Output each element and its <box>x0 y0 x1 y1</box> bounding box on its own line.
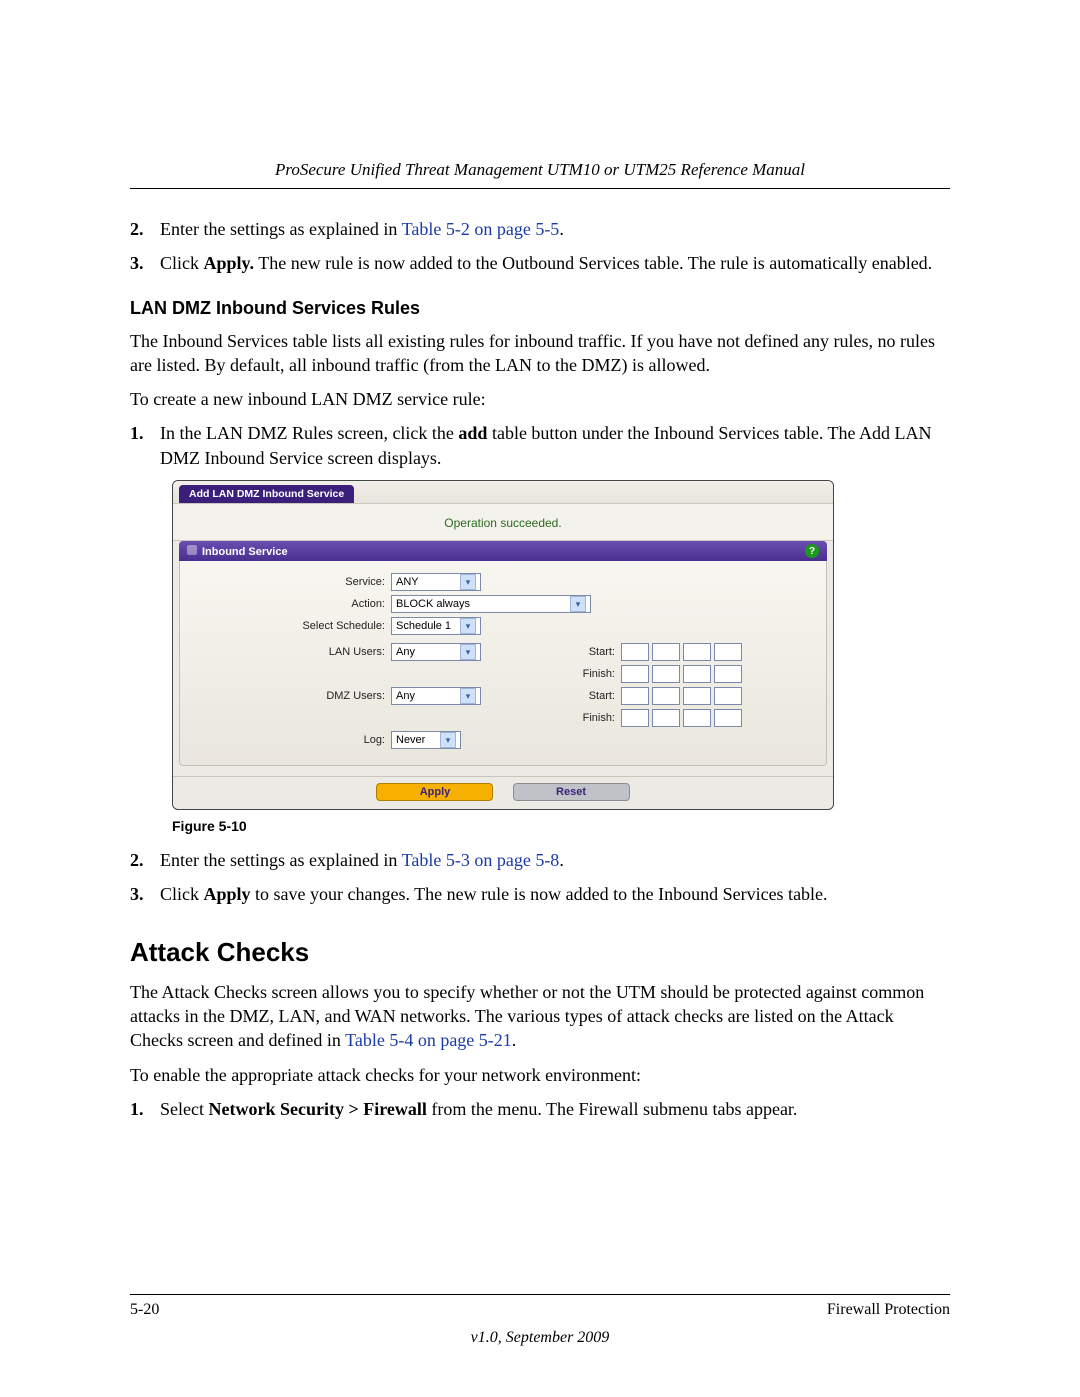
status-message: Operation succeeded. <box>173 503 833 541</box>
running-header: ProSecure Unified Threat Management UTM1… <box>130 160 950 189</box>
page-footer: 5-20 Firewall Protection <box>130 1294 950 1319</box>
table-ref-link[interactable]: Table 5-4 on page 5-21 <box>345 1030 512 1050</box>
select-value: Any <box>396 646 415 658</box>
service-label: Service: <box>190 576 391 588</box>
select-value: BLOCK always <box>396 598 470 610</box>
text-fragment: Select <box>160 1099 208 1119</box>
lan-users-label: LAN Users: <box>190 646 391 658</box>
table-ref-link[interactable]: Table 5-2 on page 5-5 <box>402 219 560 239</box>
steps-mid: 1. In the LAN DMZ Rules screen, click th… <box>130 421 950 470</box>
text-fragment: . <box>512 1030 517 1050</box>
version-line: v1.0, September 2009 <box>0 1329 1080 1347</box>
panel-body: Service: ANY ▾ Action: BLOCK always ▾ Se… <box>179 561 827 766</box>
dmz-start-ip[interactable] <box>621 687 742 705</box>
step-text: Click Apply to save your changes. The ne… <box>160 882 950 906</box>
text-fragment: . <box>559 219 564 239</box>
chevron-down-icon: ▾ <box>570 596 586 612</box>
step-number: 3. <box>130 882 160 906</box>
select-value: Any <box>396 690 415 702</box>
schedule-select[interactable]: Schedule 1 ▾ <box>391 617 481 635</box>
lan-start-ip[interactable] <box>621 643 742 661</box>
steps-top: 2. Enter the settings as explained in Ta… <box>130 217 950 276</box>
steps-last: 1. Select Network Security > Firewall fr… <box>130 1097 950 1121</box>
dmz-users-select[interactable]: Any ▾ <box>391 687 481 705</box>
panel-header: Inbound Service ? <box>179 541 827 561</box>
help-icon[interactable]: ? <box>805 544 819 558</box>
bold-text: Apply. <box>204 253 255 273</box>
select-value: Schedule 1 <box>396 620 451 632</box>
step-number: 1. <box>130 1097 160 1121</box>
log-select[interactable]: Never ▾ <box>391 731 461 749</box>
apply-button[interactable]: Apply <box>376 783 493 801</box>
text-fragment: Enter the settings as explained in <box>160 219 402 239</box>
step-text: In the LAN DMZ Rules screen, click the a… <box>160 421 950 470</box>
action-select[interactable]: BLOCK always ▾ <box>391 595 591 613</box>
chevron-down-icon: ▾ <box>460 688 476 704</box>
paragraph: To create a new inbound LAN DMZ service … <box>130 387 950 411</box>
paragraph: The Attack Checks screen allows you to s… <box>130 980 950 1053</box>
panel-title: Inbound Service <box>202 546 288 558</box>
active-tab[interactable]: Add LAN DMZ Inbound Service <box>179 485 354 503</box>
start-label: Start: <box>560 690 621 702</box>
chevron-down-icon: ▾ <box>460 644 476 660</box>
dmz-users-label: DMZ Users: <box>190 690 391 702</box>
tab-bar: Add LAN DMZ Inbound Service <box>173 481 833 503</box>
step-number: 3. <box>130 251 160 275</box>
lan-users-select[interactable]: Any ▾ <box>391 643 481 661</box>
log-label: Log: <box>190 734 391 746</box>
subheading-inbound-rules: LAN DMZ Inbound Services Rules <box>130 298 950 319</box>
step-text: Select Network Security > Firewall from … <box>160 1097 950 1121</box>
text-fragment: The Attack Checks screen allows you to s… <box>130 982 924 1051</box>
reset-button[interactable]: Reset <box>513 783 630 801</box>
text-fragment: The new rule is now added to the Outboun… <box>254 253 932 273</box>
bold-text: add <box>458 423 487 443</box>
step-text: Enter the settings as explained in Table… <box>160 217 950 241</box>
schedule-label: Select Schedule: <box>190 620 391 632</box>
paragraph: The Inbound Services table lists all exi… <box>130 329 950 378</box>
step-number: 1. <box>130 421 160 470</box>
dmz-finish-ip[interactable] <box>621 709 742 727</box>
action-label: Action: <box>190 598 391 610</box>
table-ref-link[interactable]: Table 5-3 on page 5-8 <box>402 850 560 870</box>
lan-finish-ip[interactable] <box>621 665 742 683</box>
chevron-down-icon: ▾ <box>460 618 476 634</box>
text-fragment: Enter the settings as explained in <box>160 850 402 870</box>
step-number: 2. <box>130 848 160 872</box>
figure-screenshot: Add LAN DMZ Inbound Service Operation su… <box>172 480 834 810</box>
start-label: Start: <box>560 646 621 658</box>
panel-icon <box>187 545 197 555</box>
select-value: ANY <box>396 576 419 588</box>
bold-text: Network Security > Firewall <box>208 1099 426 1119</box>
finish-label: Finish: <box>560 712 621 724</box>
button-row: Apply Reset <box>173 776 833 809</box>
select-value: Never <box>396 734 425 746</box>
chevron-down-icon: ▾ <box>460 574 476 590</box>
paragraph: To enable the appropriate attack checks … <box>130 1063 950 1087</box>
page-number: 5-20 <box>130 1301 159 1319</box>
text-fragment: Click <box>160 884 204 904</box>
chevron-down-icon: ▾ <box>440 732 456 748</box>
service-select[interactable]: ANY ▾ <box>391 573 481 591</box>
figure-caption: Figure 5-10 <box>172 818 950 834</box>
steps-bottom: 2. Enter the settings as explained in Ta… <box>130 848 950 907</box>
text-fragment: . <box>559 850 564 870</box>
text-fragment: Click <box>160 253 204 273</box>
chapter-title: Firewall Protection <box>827 1301 950 1319</box>
step-text: Enter the settings as explained in Table… <box>160 848 950 872</box>
text-fragment: In the LAN DMZ Rules screen, click the <box>160 423 458 443</box>
step-text: Click Apply. The new rule is now added t… <box>160 251 950 275</box>
step-number: 2. <box>130 217 160 241</box>
finish-label: Finish: <box>560 668 621 680</box>
section-heading-attack-checks: Attack Checks <box>130 937 950 968</box>
text-fragment: from the menu. The Firewall submenu tabs… <box>427 1099 798 1119</box>
text-fragment: to save your changes. The new rule is no… <box>251 884 828 904</box>
bold-text: Apply <box>204 884 251 904</box>
